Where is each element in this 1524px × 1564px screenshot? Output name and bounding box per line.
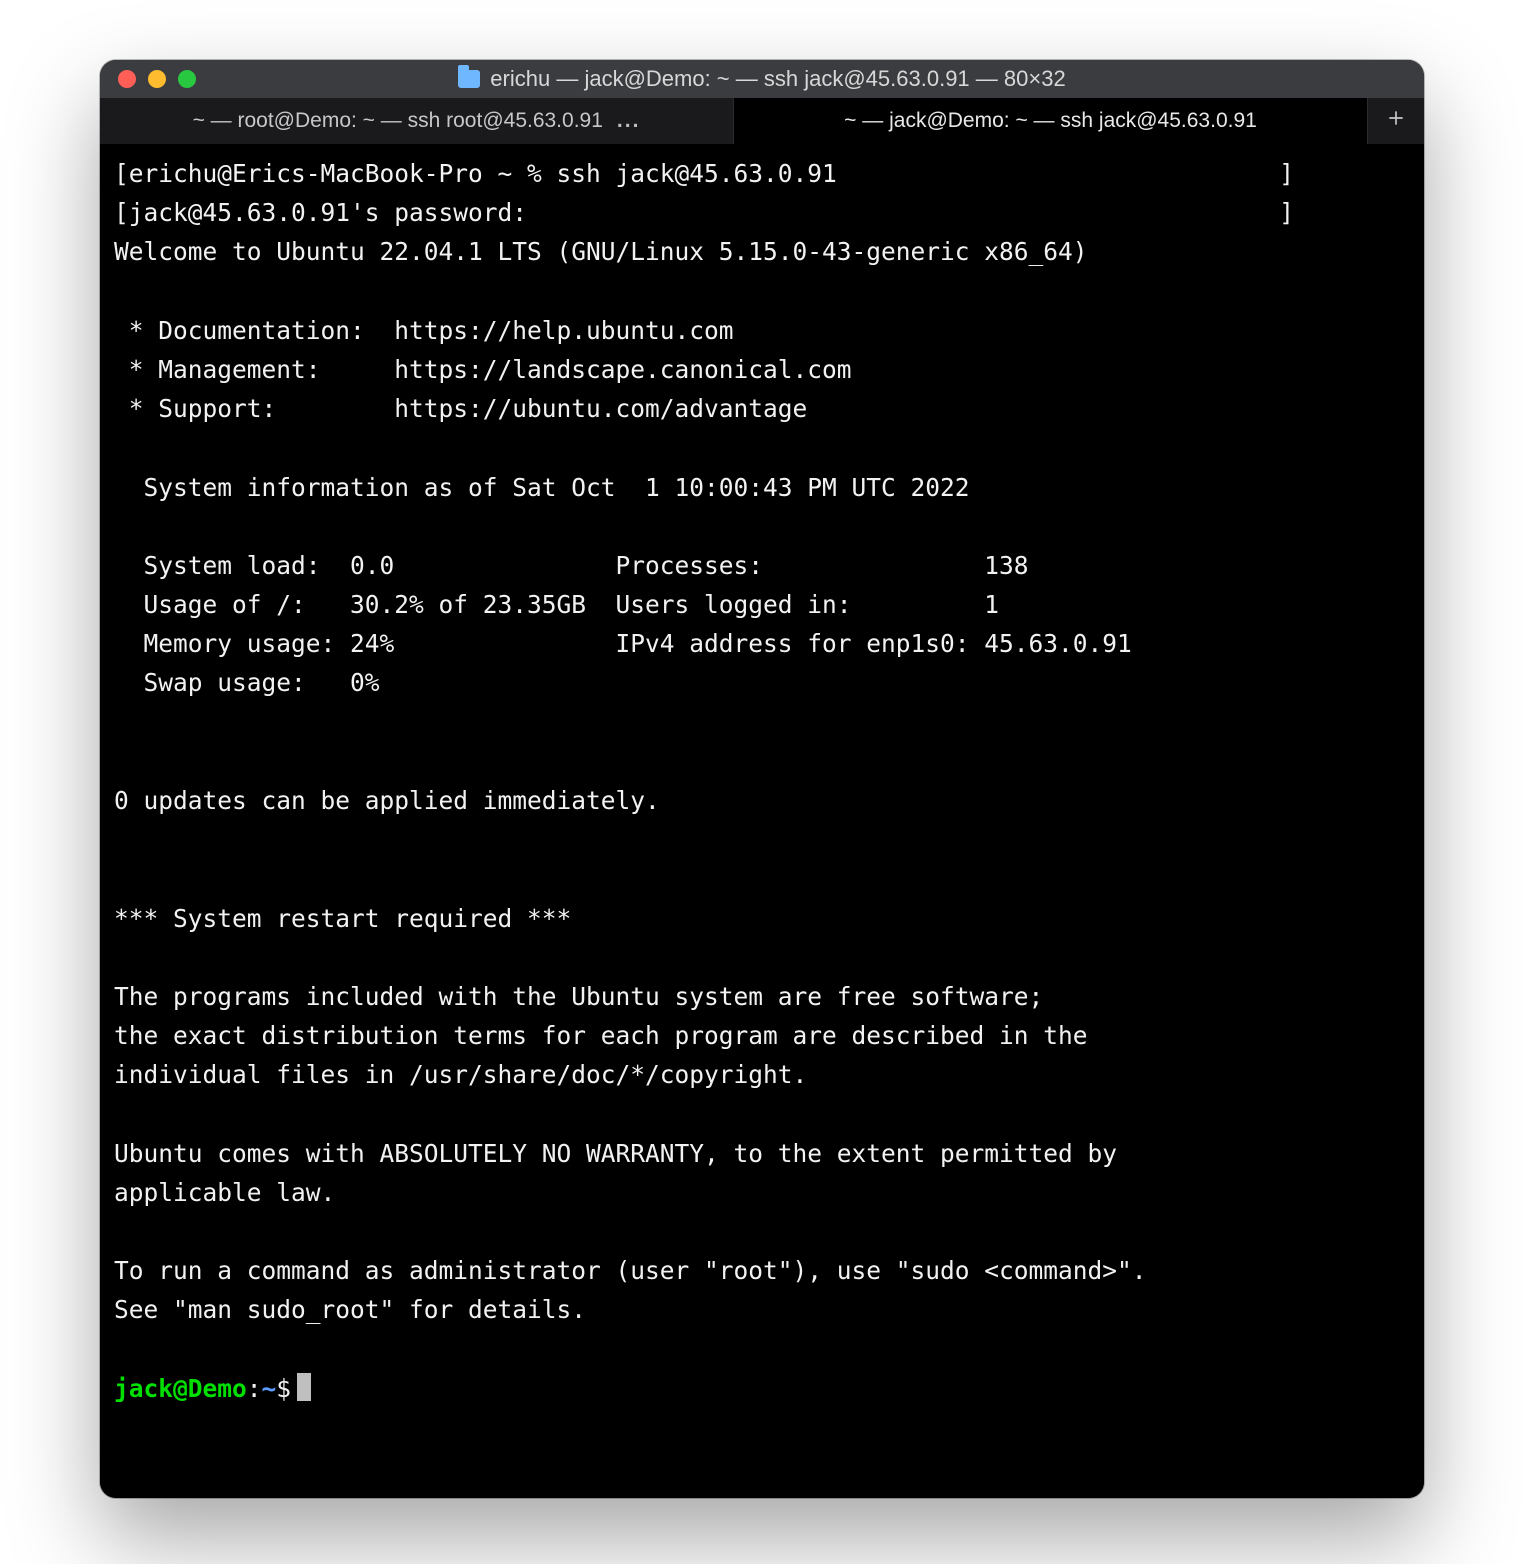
- term-line: Ubuntu comes with ABSOLUTELY NO WARRANTY…: [114, 1139, 1117, 1168]
- tab-label: ~ — root@Demo: ~ — ssh root@45.63.0.91: [193, 109, 603, 133]
- term-line: See "man sudo_root" for details.: [114, 1295, 586, 1324]
- term-line: * Documentation: https://help.ubuntu.com: [114, 316, 734, 345]
- terminal-viewport[interactable]: [erichu@Erics-MacBook-Pro ~ % ssh jack@4…: [100, 144, 1424, 1498]
- term-line: * Support: https://ubuntu.com/advantage: [114, 394, 807, 423]
- window-title-text: erichu — jack@Demo: ~ — ssh jack@45.63.0…: [490, 66, 1065, 92]
- tab-jack-session[interactable]: ~ — jack@Demo: ~ — ssh jack@45.63.0.91: [734, 98, 1368, 144]
- window-controls: [118, 70, 196, 88]
- term-line: applicable law.: [114, 1178, 335, 1207]
- tab-bar: ~ — root@Demo: ~ — ssh root@45.63.0.91 .…: [100, 98, 1424, 144]
- window-zoom-button[interactable]: [178, 70, 196, 88]
- prompt-dollar: $: [276, 1374, 291, 1403]
- tab-overflow-ellipsis: ...: [617, 109, 641, 133]
- window-minimize-button[interactable]: [148, 70, 166, 88]
- plus-icon: [1386, 108, 1406, 134]
- term-line: individual files in /usr/share/doc/*/cop…: [114, 1060, 807, 1089]
- tab-label: ~ — jack@Demo: ~ — ssh jack@45.63.0.91: [844, 109, 1257, 133]
- term-line: [jack@45.63.0.91's password: ]: [114, 198, 1294, 227]
- prompt-user-host: jack@Demo: [114, 1374, 247, 1403]
- term-line: Memory usage: 24% IPv4 address for enp1s…: [114, 629, 1132, 658]
- term-line: System information as of Sat Oct 1 10:00…: [114, 473, 970, 502]
- window-title: erichu — jack@Demo: ~ — ssh jack@45.63.0…: [100, 60, 1424, 98]
- prompt-colon: :: [247, 1374, 262, 1403]
- term-line: [erichu@Erics-MacBook-Pro ~ % ssh jack@4…: [114, 159, 1294, 188]
- prompt-path: ~: [262, 1374, 277, 1403]
- text-cursor: [297, 1373, 311, 1401]
- term-line: Welcome to Ubuntu 22.04.1 LTS (GNU/Linux…: [114, 237, 1088, 266]
- term-line: * Management: https://landscape.canonica…: [114, 355, 852, 384]
- term-line: *** System restart required ***: [114, 904, 571, 933]
- term-line: Usage of /: 30.2% of 23.35GB Users logge…: [114, 590, 999, 619]
- term-line: Swap usage: 0%: [114, 668, 380, 697]
- term-line: 0 updates can be applied immediately.: [114, 786, 660, 815]
- folder-icon: [458, 70, 480, 88]
- window-close-button[interactable]: [118, 70, 136, 88]
- tab-root-session[interactable]: ~ — root@Demo: ~ — ssh root@45.63.0.91 .…: [100, 98, 734, 144]
- window-titlebar: erichu — jack@Demo: ~ — ssh jack@45.63.0…: [100, 60, 1424, 98]
- term-line: The programs included with the Ubuntu sy…: [114, 982, 1043, 1011]
- new-tab-button[interactable]: [1368, 98, 1424, 144]
- shell-prompt: jack@Demo:~$: [114, 1374, 311, 1403]
- term-line: To run a command as administrator (user …: [114, 1256, 1147, 1285]
- term-line: System load: 0.0 Processes: 138: [114, 551, 1029, 580]
- terminal-window: erichu — jack@Demo: ~ — ssh jack@45.63.0…: [100, 60, 1424, 1498]
- term-line: the exact distribution terms for each pr…: [114, 1021, 1088, 1050]
